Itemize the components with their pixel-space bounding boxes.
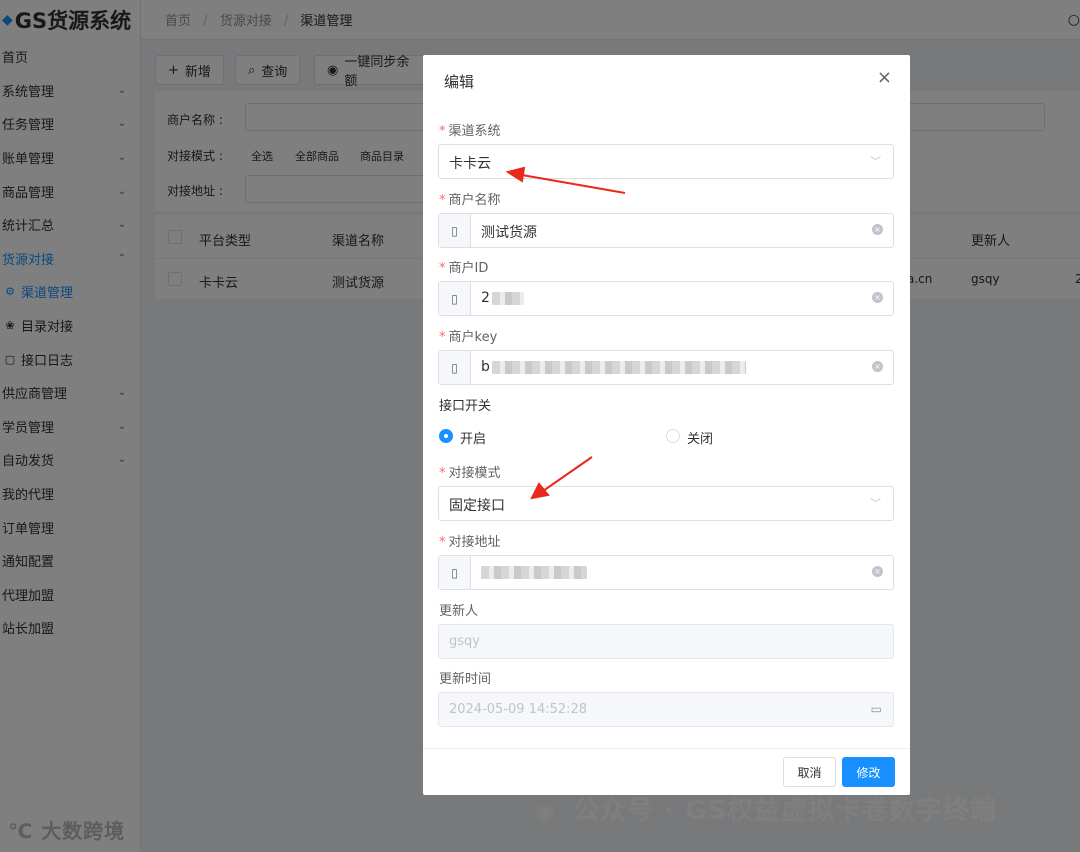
- wechat-icon: ◉: [535, 800, 556, 825]
- annotation-arrow: [505, 166, 626, 194]
- watermark-right: ◉ 公众号 · GS权益虚拟卡卷数字终端: [535, 796, 998, 826]
- annotation-arrows: [505, 166, 626, 500]
- annotation-arrow: [530, 456, 593, 500]
